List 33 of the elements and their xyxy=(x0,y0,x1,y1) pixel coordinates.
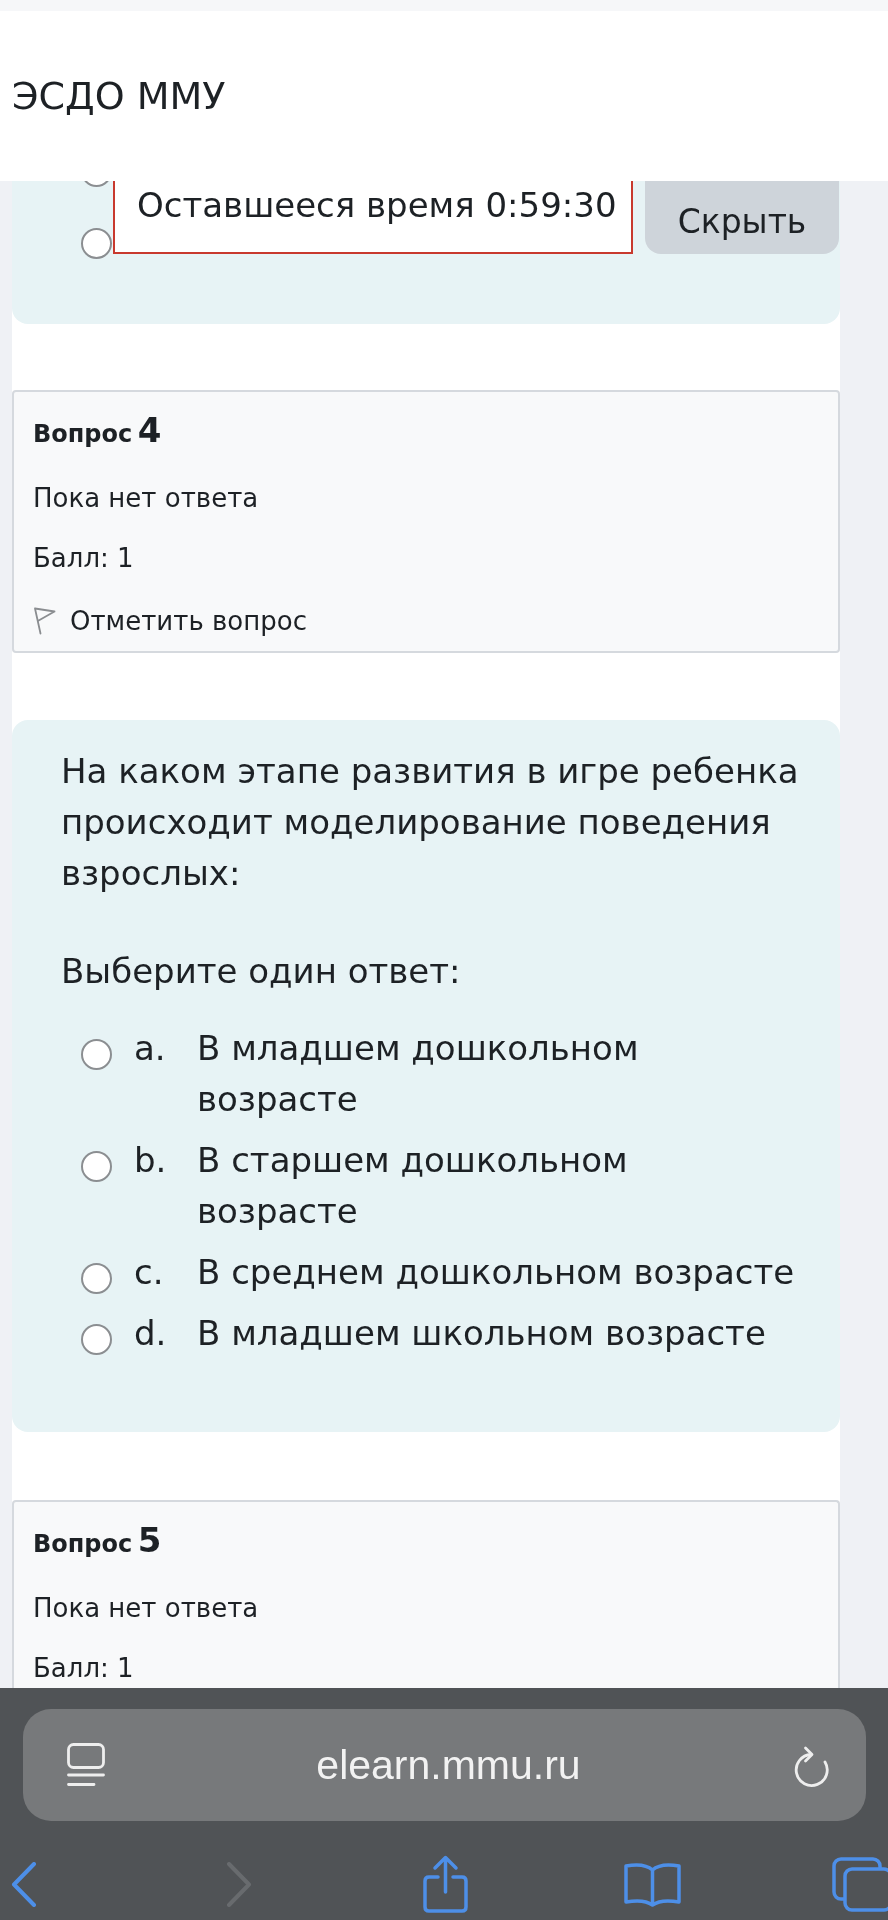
question-number: Вопрос 4 xyxy=(33,410,162,452)
radio-button[interactable] xyxy=(81,1151,112,1182)
share-icon[interactable] xyxy=(422,1855,469,1913)
radio-button[interactable] xyxy=(81,228,112,259)
answer-prompt: Выберите один ответ: xyxy=(61,950,462,993)
option-text: В младшем дошкольном возрасте xyxy=(197,1027,640,1121)
option-letter: c. xyxy=(134,1252,164,1292)
hide-button[interactable]: Скрыть xyxy=(645,181,839,254)
flag-icon xyxy=(33,607,56,635)
option-letter: d. xyxy=(134,1313,167,1353)
option-letter: a. xyxy=(134,1028,166,1068)
remaining-time-panel: Оставшееся время 0:59:30 xyxy=(113,181,633,254)
radio-button[interactable] xyxy=(81,1263,112,1294)
question-text: На каком этапе развития в игре ребенка происходит моделирование поведения взрослых: xyxy=(61,750,800,895)
tabs-icon[interactable] xyxy=(832,1856,888,1912)
book-icon[interactable] xyxy=(623,1861,682,1907)
option-text: В старшем дошкольном возрасте xyxy=(197,1139,629,1233)
flag-question-link[interactable]: Отметить вопрос xyxy=(33,605,307,637)
grade-text: Балл: 1 xyxy=(33,542,134,574)
reader-icon[interactable] xyxy=(67,1743,105,1787)
grade-text: Балл: 1 xyxy=(33,1652,134,1684)
site-title[interactable]: ЭСДО ММУ xyxy=(12,74,226,118)
option-text: В среднем дошкольном возрасте xyxy=(197,1251,795,1294)
answer-status: Пока нет ответа xyxy=(33,482,259,514)
answer-status: Пока нет ответа xyxy=(33,1592,259,1624)
address-field[interactable]: elearn.mmu.ru xyxy=(23,1709,866,1821)
url-text: elearn.mmu.ru xyxy=(316,1741,581,1789)
radio-button[interactable] xyxy=(81,1324,112,1355)
back-chevron-icon[interactable] xyxy=(11,1861,37,1907)
option-letter: b. xyxy=(134,1140,167,1180)
radio-button[interactable] xyxy=(81,1039,112,1070)
option-text: В младшем школьном возрасте xyxy=(197,1312,766,1355)
question-number: Вопрос 5 xyxy=(33,1520,162,1562)
